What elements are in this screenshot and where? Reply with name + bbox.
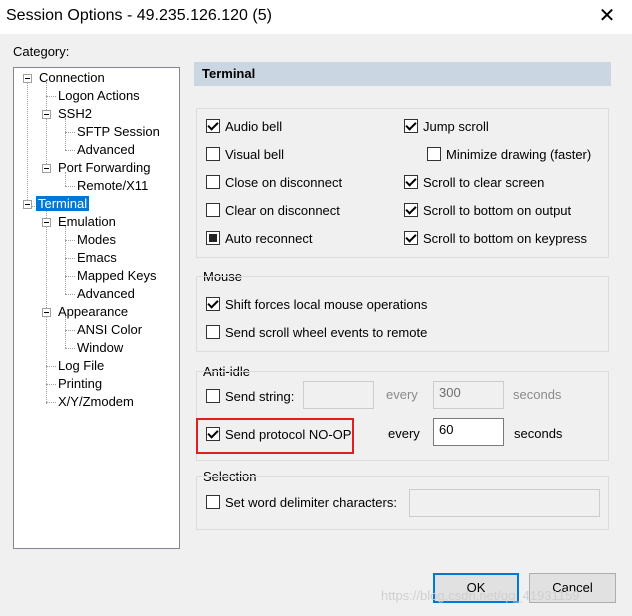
expander-terminal[interactable] <box>23 200 32 209</box>
close-on-disconnect-checkbox[interactable] <box>206 175 220 189</box>
audio-bell-checkbox[interactable] <box>206 119 220 133</box>
panel-header: Terminal <box>194 62 611 86</box>
tree-item-connection[interactable]: Connection <box>39 70 105 86</box>
mouse-group <box>196 276 609 352</box>
auto-reconnect-label: Auto reconnect <box>225 231 313 246</box>
tree-item-port-forwarding[interactable]: Port Forwarding <box>58 160 150 176</box>
tree-item-ssh2[interactable]: SSH2 <box>58 106 92 122</box>
every-label-1: every <box>386 387 418 402</box>
visual-bell-label: Visual bell <box>225 147 285 162</box>
tree-item-printing[interactable]: Printing <box>58 376 102 392</box>
tree-item-xyz-modem[interactable]: X/Y/Zmodem <box>58 394 134 410</box>
tree-item-modes[interactable]: Modes <box>77 232 116 248</box>
tree-item-sftp-session[interactable]: SFTP Session <box>77 124 160 140</box>
shift-forces-mouse-label: Shift forces local mouse operations <box>225 297 428 312</box>
shift-forces-mouse-checkbox[interactable] <box>206 297 220 311</box>
close-icon[interactable]: ✕ <box>596 4 618 28</box>
send-string-label: Send string: <box>225 389 295 404</box>
category-label: Category: <box>13 44 70 59</box>
tree-item-terminal[interactable]: Terminal <box>36 196 90 212</box>
jump-scroll-label: Jump scroll <box>423 119 489 134</box>
tree-item-ansi-color[interactable]: ANSI Color <box>77 322 142 338</box>
expander-emulation[interactable] <box>42 218 51 227</box>
jump-scroll-checkbox[interactable] <box>404 119 418 133</box>
send-string-checkbox[interactable] <box>206 389 220 403</box>
send-string-input[interactable] <box>303 381 374 409</box>
window-title: Session Options - 49.235.126.120 (5) <box>6 7 272 24</box>
title-bar: Session Options - 49.235.126.120 (5) ✕ <box>0 0 632 34</box>
expander-ssh2[interactable] <box>42 110 51 119</box>
red-highlight-box <box>196 418 354 454</box>
seconds-label-2: seconds <box>514 426 563 441</box>
tree-item-logon-actions[interactable]: Logon Actions <box>58 88 140 104</box>
tree-item-appearance[interactable]: Appearance <box>58 304 128 320</box>
scroll-to-bottom-on-output-label: Scroll to bottom on output <box>423 203 572 218</box>
panel-title: Terminal <box>202 66 256 81</box>
every-label-2: every <box>388 426 420 441</box>
word-delimiter-label: Set word delimiter characters: <box>225 495 397 510</box>
tree-item-mapped-keys[interactable]: Mapped Keys <box>77 268 157 284</box>
expander-appearance[interactable] <box>42 308 51 317</box>
scroll-to-bottom-on-output-checkbox[interactable] <box>404 203 418 217</box>
scroll-wheel-remote-label: Send scroll wheel events to remote <box>225 325 428 340</box>
clear-on-disconnect-checkbox[interactable] <box>206 203 220 217</box>
expander-connection[interactable] <box>23 74 32 83</box>
auto-reconnect-checkbox[interactable] <box>206 231 220 245</box>
tree-item-emulation-advanced[interactable]: Advanced <box>77 286 135 302</box>
tree-item-ssh2-advanced[interactable]: Advanced <box>77 142 135 158</box>
tree-item-remote-x11[interactable]: Remote/X11 <box>77 178 148 194</box>
clear-on-disconnect-label: Clear on disconnect <box>225 203 340 218</box>
tree-item-emulation[interactable]: Emulation <box>58 214 116 230</box>
minimize-drawing-label: Minimize drawing (faster) <box>446 147 592 162</box>
send-string-interval-input[interactable]: 300 <box>433 381 504 409</box>
close-on-disconnect-label: Close on disconnect <box>225 175 343 190</box>
minimize-drawing-checkbox[interactable] <box>427 147 441 161</box>
scroll-to-bottom-on-keypress-label: Scroll to bottom on keypress <box>423 231 588 246</box>
word-delimiter-checkbox[interactable] <box>206 495 220 509</box>
tree-item-emacs[interactable]: Emacs <box>77 250 117 266</box>
watermark-text: https://blog.csdn.net/qq_41931159 <box>381 588 580 603</box>
tree-item-log-file[interactable]: Log File <box>58 358 104 374</box>
scroll-to-clear-screen-label: Scroll to clear screen <box>423 175 545 190</box>
scroll-to-clear-screen-checkbox[interactable] <box>404 175 418 189</box>
noop-interval-input[interactable]: 60 <box>433 418 504 446</box>
category-tree[interactable]: Connection Logon Actions SSH2 SFTP Sessi… <box>13 67 180 549</box>
audio-bell-label: Audio bell <box>225 119 283 134</box>
tree-item-window[interactable]: Window <box>77 340 123 356</box>
scroll-to-bottom-on-keypress-checkbox[interactable] <box>404 231 418 245</box>
scroll-wheel-remote-checkbox[interactable] <box>206 325 220 339</box>
expander-port-forwarding[interactable] <box>42 164 51 173</box>
word-delimiter-input[interactable] <box>409 489 600 517</box>
seconds-label-1: seconds <box>513 387 562 402</box>
visual-bell-checkbox[interactable] <box>206 147 220 161</box>
